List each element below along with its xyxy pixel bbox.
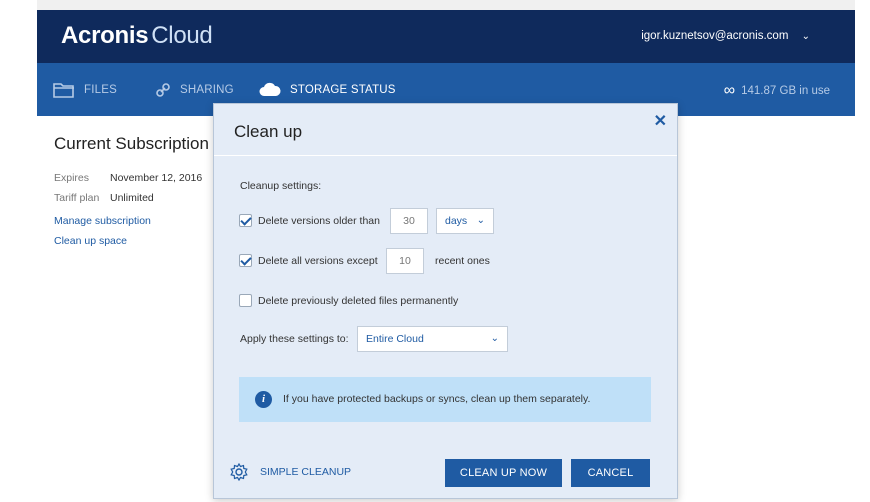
cloud-icon bbox=[259, 82, 281, 96]
nav-sharing[interactable]: SHARING bbox=[155, 82, 234, 98]
recent-ones-label: recent ones bbox=[435, 255, 490, 267]
chevron-down-icon: ⌄ bbox=[490, 333, 499, 344]
days-unit-value: days bbox=[445, 215, 468, 227]
info-icon: i bbox=[255, 391, 272, 408]
apply-settings-label: Apply these settings to: bbox=[240, 333, 349, 345]
apply-scope-select[interactable]: Entire Cloud ⌄ bbox=[357, 326, 508, 352]
clean-up-now-button[interactable]: CLEAN UP NOW bbox=[445, 459, 562, 487]
nav-sharing-label: SHARING bbox=[180, 84, 234, 96]
delete-older-label: Delete versions older than bbox=[258, 215, 380, 227]
link-icon bbox=[156, 83, 170, 97]
simple-cleanup-link[interactable]: SIMPLE CLEANUP bbox=[230, 463, 351, 481]
cleanup-settings-label: Cleanup settings: bbox=[240, 180, 322, 192]
simple-cleanup-label: SIMPLE CLEANUP bbox=[260, 466, 352, 478]
clean-up-space-link[interactable]: Clean up space bbox=[54, 235, 127, 247]
page-margin-right bbox=[855, 0, 870, 502]
cleanup-dialog: Clean up ✕ Cleanup settings: Delete vers… bbox=[213, 103, 678, 499]
gear-icon bbox=[230, 463, 248, 481]
chevron-down-icon: ⌄ bbox=[801, 31, 810, 42]
expires-label: Expires bbox=[54, 172, 90, 184]
delete-except-label: Delete all versions except bbox=[258, 255, 378, 267]
page-margin-left bbox=[0, 0, 37, 502]
infinity-icon: ∞ bbox=[723, 82, 736, 99]
expires-row: Expires November 12, 2016 bbox=[54, 172, 202, 184]
info-text: If you have protected backups or syncs, … bbox=[283, 393, 591, 405]
chevron-down-icon: ⌄ bbox=[476, 215, 485, 226]
delete-older-checkbox[interactable] bbox=[239, 214, 252, 227]
older-than-input[interactable]: 30 bbox=[390, 208, 428, 234]
keep-versions-input[interactable]: 10 bbox=[386, 248, 424, 274]
logo-brand: Acronis bbox=[61, 22, 149, 49]
acronis-cloud-logo[interactable]: Acronis Cloud bbox=[61, 22, 213, 50]
nav-storage-status-label: STORAGE STATUS bbox=[290, 83, 396, 96]
logo-product: Cloud bbox=[151, 22, 213, 49]
delete-deleted-label: Delete previously deleted files permanen… bbox=[258, 295, 459, 307]
folder-icon bbox=[53, 83, 74, 98]
tariff-row: Tariff plan Unlimited bbox=[54, 192, 154, 204]
days-unit-select[interactable]: days ⌄ bbox=[436, 208, 494, 234]
nav-files[interactable]: FILES bbox=[53, 82, 117, 98]
manage-subscription-link[interactable]: Manage subscription bbox=[54, 215, 151, 227]
user-menu[interactable]: igor.kuznetsov@acronis.com ⌄ bbox=[641, 30, 810, 42]
delete-except-checkbox[interactable] bbox=[239, 254, 252, 267]
nav-files-label: FILES bbox=[84, 84, 117, 96]
tariff-value: Unlimited bbox=[110, 192, 154, 204]
storage-usage: ∞ 141.87 GB in use bbox=[724, 82, 830, 100]
user-email: igor.kuznetsov@acronis.com bbox=[641, 30, 789, 42]
close-icon[interactable]: ✕ bbox=[654, 111, 667, 131]
cancel-button[interactable]: CANCEL bbox=[571, 459, 650, 487]
dialog-header-divider bbox=[214, 155, 677, 156]
nav-storage-status[interactable]: STORAGE STATUS bbox=[259, 82, 396, 97]
expires-value: November 12, 2016 bbox=[110, 172, 203, 184]
info-banner: i If you have protected backups or syncs… bbox=[239, 377, 651, 422]
tariff-label: Tariff plan bbox=[54, 192, 100, 204]
dialog-title: Clean up bbox=[234, 122, 303, 141]
subscription-title: Current Subscription bbox=[54, 134, 209, 153]
delete-deleted-checkbox[interactable] bbox=[239, 294, 252, 307]
usage-text: 141.87 GB in use bbox=[741, 85, 830, 97]
apply-scope-value: Entire Cloud bbox=[366, 333, 424, 345]
